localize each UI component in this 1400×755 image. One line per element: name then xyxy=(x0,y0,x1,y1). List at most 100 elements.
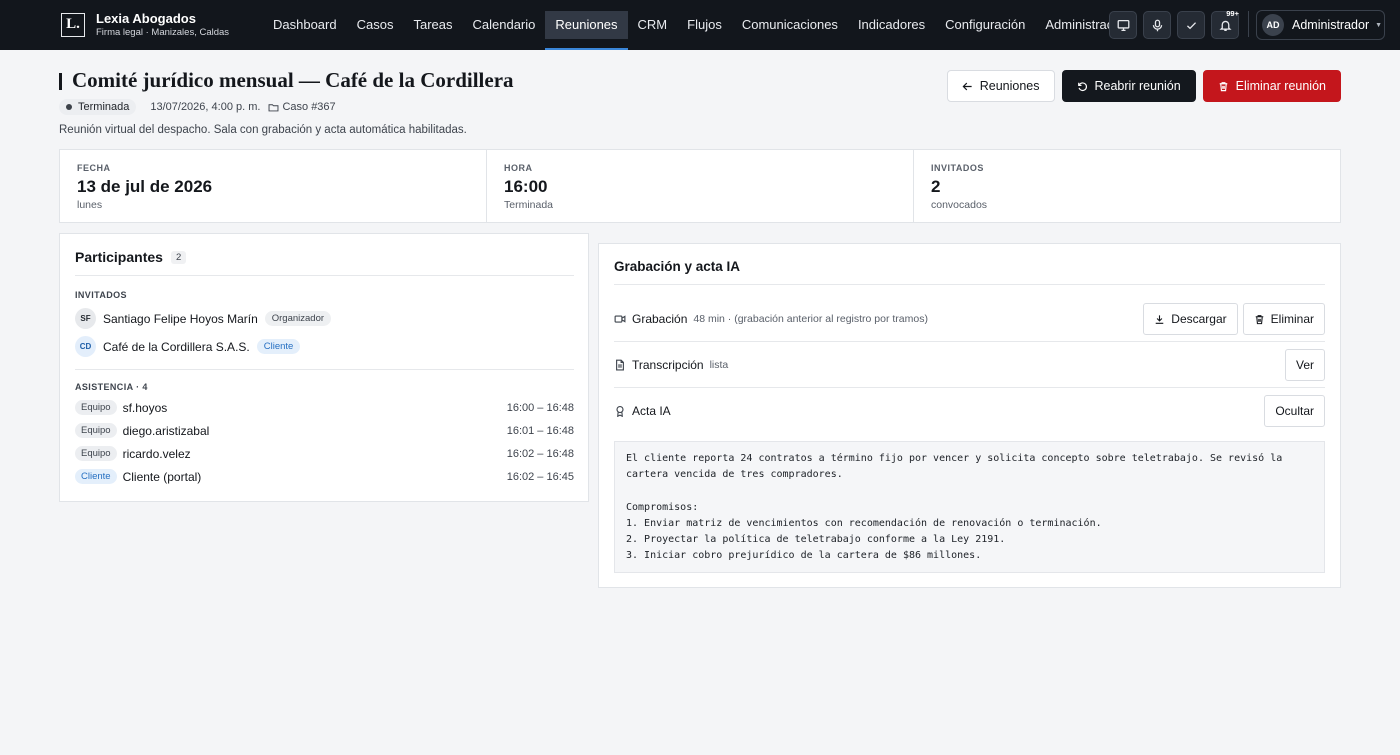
recording-card: Grabación y acta IA Grabación 48 min · (… xyxy=(598,243,1341,588)
title-accent-bar xyxy=(59,73,62,90)
delete-label: Eliminar reunión xyxy=(1235,79,1326,93)
notifications-button[interactable]: 99+ xyxy=(1211,9,1239,39)
participants-header: Participantes 2 xyxy=(75,249,187,265)
ai-minutes-text: El cliente reporta 24 contratos a términ… xyxy=(614,441,1325,573)
stat-invited: INVITADOS 2 convocados xyxy=(913,150,1340,222)
attendance-time: 16:02 – 16:48 xyxy=(506,447,574,460)
download-icon xyxy=(1156,314,1164,324)
delete-recording-button[interactable]: Eliminar xyxy=(1242,303,1325,335)
brand-text: Lexia Abogados Firma legal · Manizales, … xyxy=(96,11,230,39)
back-label: Reuniones xyxy=(979,79,1040,93)
stat-sub: convocados xyxy=(931,199,988,211)
status-text: Terminada xyxy=(78,101,130,113)
attendee-type-badge: Equipo xyxy=(75,446,117,461)
reopen-label: Reabrir reunión xyxy=(1094,79,1181,93)
recording-row: Grabación 48 min · (grabación anterior a… xyxy=(614,303,1325,335)
folder-icon xyxy=(269,103,279,111)
nav-dashboard[interactable]: Dashboard xyxy=(263,11,347,39)
tasks-check-button[interactable] xyxy=(1177,11,1205,39)
recording-label: Grabación xyxy=(632,312,688,326)
attendance-time: 16:01 – 16:48 xyxy=(506,424,574,437)
transcript-label: Transcripción xyxy=(632,358,704,372)
case-link[interactable]: Caso #367 xyxy=(268,101,336,113)
nav-tareas[interactable]: Tareas xyxy=(403,11,462,39)
screen-share-button[interactable] xyxy=(1109,11,1137,39)
delete-recording-label: Eliminar xyxy=(1270,312,1314,326)
attendance-section-label: ASISTENCIA · 4 xyxy=(75,382,148,392)
nav-calendario[interactable]: Calendario xyxy=(463,11,546,39)
attendee-type-badge: Equipo xyxy=(75,400,117,415)
nav-reuniones[interactable]: Reuniones xyxy=(545,11,628,50)
case-label: Caso #367 xyxy=(282,101,336,113)
microphone-button[interactable] xyxy=(1143,11,1171,39)
meeting-meta: Terminada 13/07/2026, 4:00 p. m. Caso #3… xyxy=(59,99,336,115)
transcript-row: Transcripción lista Ver xyxy=(614,349,1325,381)
stat-value: 16:00 xyxy=(504,177,548,196)
avatar: SF xyxy=(75,308,96,329)
table-row: Cliente Cliente (portal) 16:02 – 16:45 xyxy=(75,469,574,484)
participants-count-badge: 2 xyxy=(170,250,187,264)
divider xyxy=(614,284,1325,285)
arrow-left-icon xyxy=(962,82,972,90)
meeting-stats: FECHA 13 de jul de 2026 lunes HORA 16:00… xyxy=(59,149,1341,223)
invitee-name: Santiago Felipe Hoyos Marín xyxy=(103,311,258,326)
nav-casos[interactable]: Casos xyxy=(347,11,404,39)
brand-logo: L. xyxy=(61,12,85,37)
nav-configuracion[interactable]: Configuración xyxy=(935,11,1035,39)
brand-subtitle: Firma legal · Manizales, Caldas xyxy=(96,26,230,38)
divider xyxy=(75,369,574,370)
meeting-datetime: 13/07/2026, 4:00 p. m. xyxy=(150,101,261,113)
monitor-icon xyxy=(1117,19,1129,31)
role-badge: Organizador xyxy=(264,311,332,326)
nav-comunicaciones[interactable]: Comunicaciones xyxy=(732,11,848,39)
stat-date: FECHA 13 de jul de 2026 lunes xyxy=(60,150,486,222)
status-dot-icon xyxy=(66,104,72,110)
main-nav: Dashboard Casos Tareas Calendario Reunio… xyxy=(263,11,1141,50)
brand[interactable]: L. Lexia Abogados Firma legal · Manizale… xyxy=(61,11,230,39)
trash-icon xyxy=(1219,81,1227,91)
toolbar: 99+ xyxy=(1109,9,1252,39)
avatar: CD xyxy=(75,336,96,357)
attendee-type-badge: Equipo xyxy=(75,423,117,438)
check-icon xyxy=(1186,21,1196,29)
page-actions: Reuniones Reabrir reunión Eliminar reuni… xyxy=(946,70,1341,102)
divider xyxy=(75,275,574,276)
transcript-status: lista xyxy=(709,359,729,371)
participants-card: Participantes 2 INVITADOS SF Santiago Fe… xyxy=(59,233,589,502)
reopen-meeting-button[interactable]: Reabrir reunión xyxy=(1061,70,1196,102)
minutes-row: Acta IA Ocultar xyxy=(614,395,1325,427)
hide-minutes-button[interactable]: Ocultar xyxy=(1264,395,1325,427)
award-icon xyxy=(616,405,624,417)
attendee-name: ricardo.velez xyxy=(122,446,191,461)
stat-value: 2 xyxy=(931,177,941,196)
attendee-name: Cliente (portal) xyxy=(122,469,202,484)
nav-crm[interactable]: CRM xyxy=(628,11,678,39)
page-title: Comité jurídico mensual — Café de la Cor… xyxy=(72,68,514,92)
meeting-description: Reunión virtual del despacho. Sala con g… xyxy=(59,124,467,136)
chevron-down-icon: ▼ xyxy=(1375,21,1383,29)
view-transcript-button[interactable]: Ver xyxy=(1284,349,1325,381)
notifications-badge: 99+ xyxy=(1226,9,1239,18)
status-badge: Terminada xyxy=(59,99,137,115)
video-camera-icon xyxy=(614,315,626,323)
nav-indicadores[interactable]: Indicadores xyxy=(848,11,935,39)
document-icon xyxy=(616,359,624,371)
minutes-label: Acta IA xyxy=(632,404,671,418)
list-item[interactable]: SF Santiago Felipe Hoyos Marín Organizad… xyxy=(75,308,332,329)
top-navigation-bar: L. Lexia Abogados Firma legal · Manizale… xyxy=(0,0,1400,50)
toolbar-divider xyxy=(1248,11,1249,37)
attendance-time: 16:02 – 16:45 xyxy=(506,470,574,483)
table-row: Equipo sf.hoyos 16:00 – 16:48 xyxy=(75,400,574,415)
table-row: Equipo ricardo.velez 16:02 – 16:48 xyxy=(75,446,574,461)
nav-flujos[interactable]: Flujos xyxy=(677,11,732,39)
back-to-meetings-button[interactable]: Reuniones xyxy=(946,70,1055,102)
list-item[interactable]: CD Café de la Cordillera S.A.S. Cliente xyxy=(75,336,301,357)
stat-sub: Terminada xyxy=(504,199,554,211)
invitee-name: Café de la Cordillera S.A.S. xyxy=(103,339,250,354)
transcript-actions: Ver xyxy=(1284,349,1325,381)
download-recording-button[interactable]: Descargar xyxy=(1143,303,1238,335)
attendee-type-badge: Cliente xyxy=(75,469,117,484)
delete-meeting-button[interactable]: Eliminar reunión xyxy=(1202,70,1341,102)
user-menu[interactable]: AD Administrador ▼ xyxy=(1256,10,1385,40)
avatar: AD xyxy=(1262,14,1284,36)
